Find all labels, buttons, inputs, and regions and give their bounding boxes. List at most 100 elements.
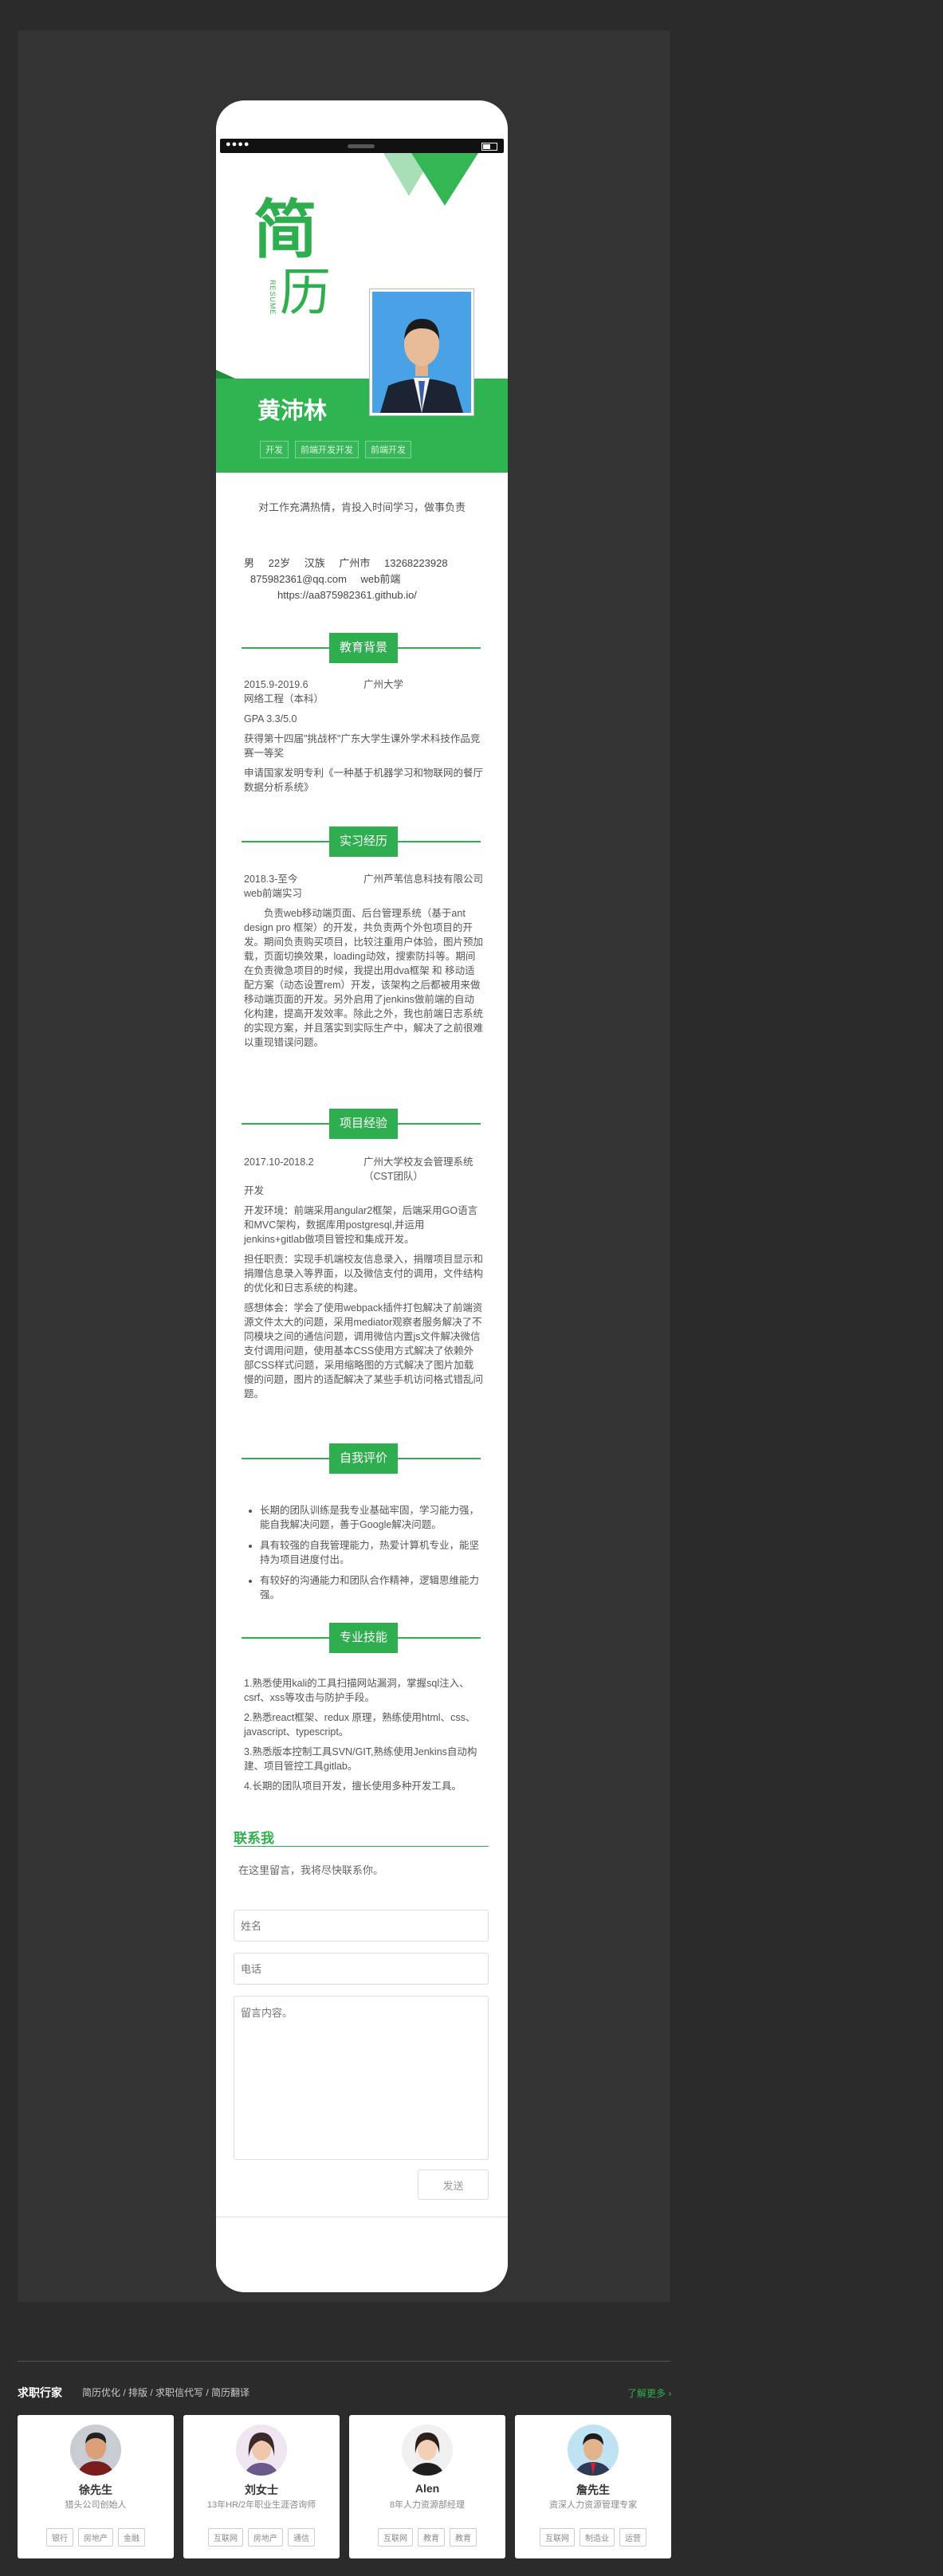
expert-title: 13年HR/2年职业生涯咨询师 — [206, 2500, 316, 2510]
info-city: 广州市 — [339, 557, 371, 569]
tag: 互联网 — [378, 2528, 413, 2547]
contact-desc: 在这里留言，我将尽快联系你。 — [238, 1864, 384, 1876]
self-eval-block: 长期的团队训练是我专业基础牢固，学习能力强，能自我解决问题，善于Google解决… — [244, 1503, 483, 1608]
name-input[interactable] — [234, 1910, 489, 1942]
candidate-photo — [370, 289, 473, 415]
project-thoughts: 感想体会：学会了使用webpack插件打包解决了前端资源文件太大的问题，采用me… — [244, 1302, 484, 1400]
internship-role: web前端实习 — [244, 888, 302, 899]
project-name: 广州大学校友会管理系统（CST团队） — [363, 1156, 473, 1182]
contact-title: 联系我 — [234, 1831, 274, 1846]
section-title-self-eval: 自我评价 — [242, 1443, 481, 1474]
expert-card[interactable]: Alen 8年人力资源部经理 互联网 教育 教育 — [349, 2415, 505, 2558]
education-date: 2015.9-2019.6 — [244, 679, 308, 690]
send-button[interactable]: 发送 — [418, 2170, 489, 2200]
info-site-link[interactable]: https://aa875982361.github.io/ — [277, 589, 417, 601]
list-item: 长期的团队训练是我专业基础牢固，学习能力强，能自我解决问题，善于Google解决… — [260, 1503, 483, 1532]
info-age: 22岁 — [268, 557, 291, 569]
info-gender: 男 — [244, 557, 255, 569]
tag: 互联网 — [208, 2528, 243, 2547]
list-item: 有较好的沟通能力和团队合作精神，逻辑思维能力强。 — [260, 1573, 483, 1602]
project-block: 2017.10-2018.2 广州大学校友会管理系统（CST团队） 开发 开发环… — [244, 1155, 483, 1407]
section-title-skills: 专业技能 — [242, 1623, 481, 1653]
tag: 通信 — [288, 2528, 315, 2547]
list-item: 3.熟悉版本控制工具SVN/GIT,熟练使用Jenkins自动构建、项目管控工具… — [244, 1746, 477, 1772]
personal-info: 男 22岁 汉族 广州市 13268223928 875982361@qq.co… — [244, 556, 483, 603]
project-date: 2017.10-2018.2 — [244, 1156, 314, 1168]
list-item: 2.熟悉react框架、redux 原理，熟练使用html、css、javasc… — [244, 1712, 476, 1738]
footer-title: 求职行家 — [18, 2386, 62, 2399]
section-title-internship: 实习经历 — [242, 827, 481, 857]
battery-icon — [481, 143, 497, 151]
intro-text: 对工作充满热情，肯投入时间学习，做事负责 — [257, 501, 466, 513]
preview-stage: ●●●● 简 RESUME 历 黄沛林 开发 前端开发开发 前端开发 对工作充满… — [18, 30, 670, 2302]
expert-title: 资深人力资源管理专家 — [549, 2500, 637, 2510]
expert-title: 猎头公司创始人 — [65, 2500, 127, 2510]
expert-card[interactable]: 徐先生 猎头公司创始人 银行 房地产 金融 — [18, 2415, 174, 2558]
internship-company: 广州芦苇信息科技有限公司 — [363, 874, 484, 885]
expert-card[interactable]: 刘女士 13年HR/2年职业生涯咨询师 互联网 房地产 通信 — [183, 2415, 340, 2558]
tag: 制造业 — [580, 2528, 615, 2547]
resume-title-char-1: 简 — [253, 192, 317, 267]
info-phone: 13268223928 — [384, 557, 448, 569]
section-title-education: 教育背景 — [242, 633, 481, 663]
avatar — [236, 2425, 287, 2476]
tag: 教育 — [418, 2528, 445, 2547]
expert-name: 刘女士 — [245, 2484, 278, 2496]
expert-tags: 互联网 教育 教育 — [349, 2528, 505, 2547]
internship-date: 2018.3-至今 — [244, 874, 298, 885]
internship-block: 2018.3-至今 广州芦苇信息科技有限公司 web前端实习 负责web移动端页… — [244, 872, 483, 1055]
avatar — [70, 2425, 121, 2476]
divider — [18, 2361, 670, 2362]
resume-title-char-2: 历 — [280, 264, 331, 323]
section-title-projects: 项目经验 — [242, 1109, 481, 1139]
decor-triangle-dark — [411, 153, 478, 206]
status-bar: ●●●● — [220, 139, 504, 153]
phone-frame: ●●●● 简 RESUME 历 黄沛林 开发 前端开发开发 前端开发 对工作充满… — [216, 100, 508, 2292]
education-award: 获得第十四届"挑战杯"广东大学生课外学术科技作品竞赛一等奖 — [244, 733, 481, 759]
expert-tags: 互联网 制造业 运营 — [515, 2528, 671, 2547]
tag: 银行 — [46, 2528, 73, 2547]
candidate-name: 黄沛林 — [257, 399, 328, 424]
tag: 金融 — [118, 2528, 145, 2547]
tag: 前端开发开发 — [295, 441, 359, 458]
expert-name: Alen — [415, 2482, 440, 2495]
list-item: 具有较强的自我管理能力，热爱计算机专业，能坚持为项目进度付出。 — [260, 1538, 483, 1567]
message-textarea[interactable] — [234, 1996, 489, 2160]
internship-desc: 负责web移动端页面、后台管理系统（基于ant design pro 框架）的开… — [244, 908, 484, 1048]
expert-tags: 银行 房地产 金融 — [18, 2528, 174, 2547]
project-role: 开发 — [244, 1185, 265, 1196]
expert-tags: 互联网 房地产 通信 — [183, 2528, 340, 2547]
phone-bottom-bezel — [216, 2217, 508, 2292]
resume-en-label: RESUME — [269, 280, 277, 316]
education-major: 网络工程（本科） — [244, 693, 324, 705]
tag: 教育 — [450, 2528, 477, 2547]
list-item: 4.长期的团队项目开发，擅长使用多种开发工具。 — [244, 1781, 462, 1792]
divider — [234, 1846, 489, 1847]
tag: 运营 — [619, 2528, 646, 2547]
project-env: 开发环境：前端采用angular2框架，后端采用GO语言和MVC架构，数据库用p… — [244, 1205, 478, 1245]
tag: 房地产 — [248, 2528, 283, 2547]
info-ethnicity: 汉族 — [304, 557, 325, 569]
tag: 开发 — [260, 441, 289, 458]
phone-input[interactable] — [234, 1953, 489, 1985]
speaker-notch — [348, 144, 375, 148]
education-patent: 申请国家发明专利《一种基于机器学习和物联网的餐厅数据分析系统》 — [244, 768, 484, 793]
skills-block: 1.熟悉使用kali的工具扫描网站漏洞，掌握sql注入、csrf、xss等攻击与… — [244, 1676, 483, 1799]
tag: 房地产 — [78, 2528, 113, 2547]
project-duty: 担任职责：实现手机端校友信息录入，捐赠项目显示和捐赠信息录入等界面，以及微信支付… — [244, 1254, 484, 1294]
education-block: 2015.9-2019.6 广州大学 网络工程（本科） GPA 3.3/5.0 … — [244, 677, 483, 800]
signal-icon: ●●●● — [226, 139, 250, 149]
tag: 互联网 — [540, 2528, 575, 2547]
expert-name: 詹先生 — [576, 2484, 610, 2496]
info-email: 875982361@qq.com — [250, 573, 347, 585]
learn-more-link[interactable]: 了解更多 › — [627, 2386, 671, 2400]
tag: 前端开发 — [365, 441, 411, 458]
expert-card[interactable]: 詹先生 资深人力资源管理专家 互联网 制造业 运营 — [515, 2415, 671, 2558]
info-position: web前端 — [360, 573, 401, 585]
list-item: 1.熟悉使用kali的工具扫描网站漏洞，掌握sql注入、csrf、xss等攻击与… — [244, 1678, 470, 1703]
avatar — [568, 2425, 619, 2476]
portrait-image — [372, 292, 471, 413]
education-gpa: GPA 3.3/5.0 — [244, 713, 297, 724]
expert-name: 徐先生 — [79, 2484, 112, 2496]
footer-links[interactable]: 简历优化 / 排版 / 求职信代写 / 简历翻译 — [82, 2386, 250, 2399]
